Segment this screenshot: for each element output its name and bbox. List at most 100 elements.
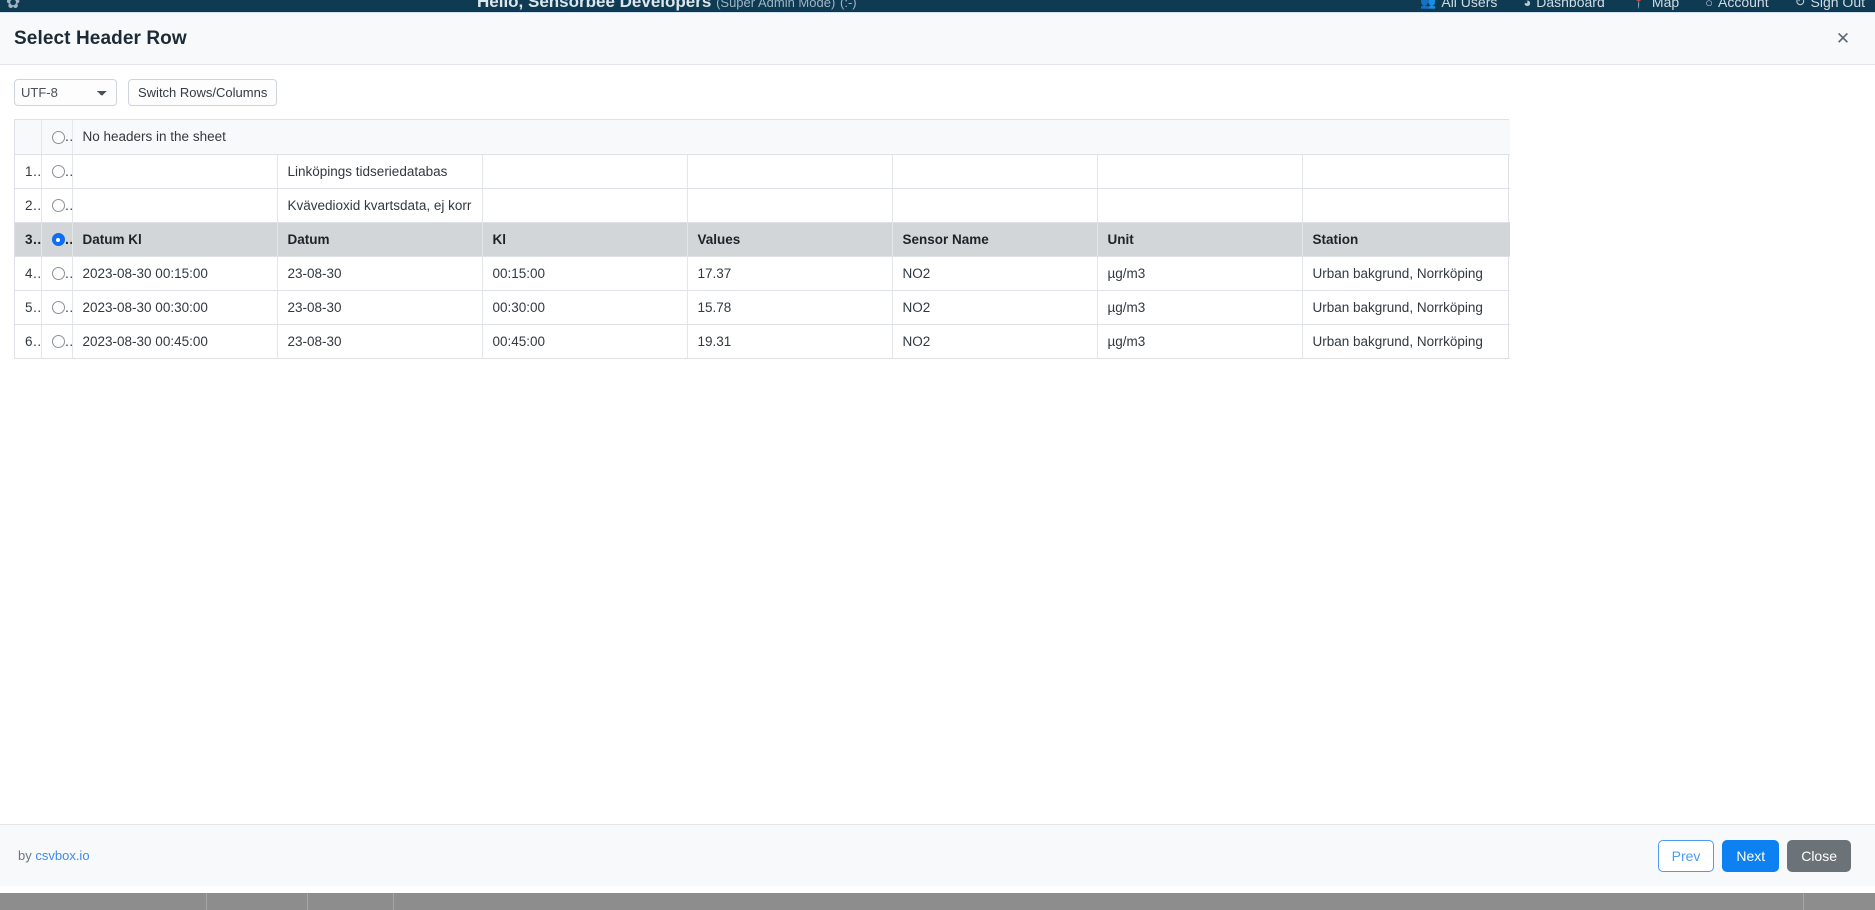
sign-out-icon: ↻ <box>1794 0 1806 9</box>
table-row[interactable]: 5 2023-08-30 00:30:00 23-08-30 00:30:00 … <box>15 290 1511 325</box>
taskbar <box>0 893 1875 910</box>
cell: Urban bakgrund, Norrköping <box>1302 290 1511 325</box>
cell: 15.78 <box>687 290 893 325</box>
cell: 17.37 <box>687 256 893 291</box>
footer-buttons: Prev Next Close <box>1657 839 1851 872</box>
nav-item-all-users[interactable]: 👥 All Users <box>1420 0 1497 10</box>
nav-item-sign-out[interactable]: ↻ Sign Out <box>1795 0 1865 10</box>
cell: 2023-08-30 00:45:00 <box>72 324 278 359</box>
cell: Urban bakgrund, Norrköping <box>1302 256 1511 291</box>
header-cell: Unit <box>1097 222 1303 257</box>
row-number <box>15 120 42 155</box>
nav-item-account[interactable]: ○ Account <box>1705 0 1768 10</box>
cell <box>72 154 278 189</box>
cell: 2023-08-30 00:15:00 <box>72 256 278 291</box>
header-cell: Sensor Name <box>892 222 1098 257</box>
table-row[interactable]: 2 Kvävedioxid kvartsdata, ej korr <box>15 188 1511 223</box>
row-radio-cell[interactable] <box>41 290 73 325</box>
row-number: 2 <box>15 188 42 223</box>
cell: NO2 <box>892 324 1098 359</box>
prev-button[interactable]: Prev <box>1657 839 1715 872</box>
cell <box>1302 154 1511 189</box>
map-pin-icon: 📍 <box>1630 0 1647 9</box>
row-number: 1 <box>15 154 42 189</box>
row-radio[interactable] <box>51 301 65 315</box>
cell: Linköpings tidseriedatabas <box>277 154 483 189</box>
no-headers-radio[interactable] <box>51 131 65 145</box>
row-radio[interactable] <box>51 199 65 213</box>
selected-header-row[interactable]: 3 Datum Kl Datum Kl Values Sensor Name U… <box>15 222 1511 257</box>
users-icon: 👥 <box>1420 0 1437 9</box>
row-number: 3 <box>15 222 42 257</box>
modal-body: UTF-8 Switch Rows/Columns No headers in … <box>0 65 1875 824</box>
taskbar-segment[interactable] <box>394 893 1804 910</box>
header-cell: Kl <box>482 222 688 257</box>
header-cell: Values <box>687 222 893 257</box>
dashboard-icon: ◕ <box>1523 0 1532 10</box>
cell: Kvävedioxid kvartsdata, ej korr <box>277 188 483 223</box>
taskbar-segment[interactable] <box>207 893 308 910</box>
no-headers-row[interactable]: No headers in the sheet <box>15 120 1511 155</box>
table-row[interactable]: 4 2023-08-30 00:15:00 23-08-30 00:15:00 … <box>15 256 1511 291</box>
cell <box>892 154 1098 189</box>
greeting-emoji: (:-) <box>840 0 857 10</box>
cell: 2023-08-30 00:30:00 <box>72 290 278 325</box>
row-radio[interactable] <box>51 267 65 281</box>
background-greeting: Hello, Sensorbee Developers (Super Admin… <box>477 0 857 12</box>
nav-label: All Users <box>1441 0 1498 10</box>
encoding-select[interactable]: UTF-8 <box>14 79 117 106</box>
modal-footer: by csvbox.io Prev Next Close <box>0 824 1875 886</box>
no-headers-radio-cell[interactable] <box>41 120 73 155</box>
cell <box>1302 188 1511 223</box>
table-row[interactable]: 6 2023-08-30 00:45:00 23-08-30 00:45:00 … <box>15 324 1511 359</box>
header-cell: Datum Kl <box>72 222 278 257</box>
cell: NO2 <box>892 256 1098 291</box>
row-radio-cell[interactable] <box>41 324 73 359</box>
nav-item-map[interactable]: 📍 Map <box>1631 0 1679 10</box>
row-radio-cell[interactable] <box>41 222 73 257</box>
credit: by csvbox.io <box>18 848 90 863</box>
cell <box>687 188 893 223</box>
taskbar-segment[interactable] <box>308 893 394 910</box>
nav-label: Account <box>1718 0 1769 10</box>
nav-label: Dashboard <box>1536 0 1605 10</box>
cell: 00:30:00 <box>482 290 688 325</box>
greeting-text: Hello, Sensorbee Developers <box>477 0 712 11</box>
credit-prefix: by <box>18 848 32 863</box>
row-radio-cell[interactable] <box>41 256 73 291</box>
background-nav-links: 👥 All Users ◕ Dashboard 📍 Map ○ Account … <box>1420 0 1865 10</box>
greeting-subtext: (Super Admin Mode) <box>716 0 836 10</box>
cell <box>1097 188 1303 223</box>
close-button[interactable]: Close <box>1787 839 1851 872</box>
no-headers-label: No headers in the sheet <box>72 120 1511 155</box>
taskbar-segment[interactable] <box>12 893 207 910</box>
row-radio-cell[interactable] <box>41 154 73 189</box>
cell <box>1097 154 1303 189</box>
header-cell: Station <box>1302 222 1511 257</box>
csvbox-link[interactable]: csvbox.io <box>35 848 89 863</box>
next-button[interactable]: Next <box>1722 839 1780 872</box>
toolbar: UTF-8 Switch Rows/Columns <box>14 79 1861 106</box>
sheet-preview-table: No headers in the sheet 1 Linköpings tid… <box>14 119 1511 359</box>
account-icon: ○ <box>1705 0 1714 10</box>
row-number: 6 <box>15 324 42 359</box>
nav-item-dashboard[interactable]: ◕ Dashboard <box>1523 0 1604 10</box>
close-icon[interactable]: ✕ <box>1831 27 1855 51</box>
select-header-row-modal: Select Header Row ✕ UTF-8 Switch Rows/Co… <box>0 12 1875 886</box>
cell: µg/m3 <box>1097 290 1303 325</box>
row-radio[interactable] <box>51 165 65 179</box>
row-radio-selected[interactable] <box>51 233 65 247</box>
modal-header: Select Header Row ✕ <box>0 13 1875 65</box>
cell <box>72 188 278 223</box>
cell <box>687 154 893 189</box>
table-row[interactable]: 1 Linköpings tidseriedatabas <box>15 154 1511 189</box>
nav-label: Map <box>1651 0 1680 10</box>
cell <box>482 188 688 223</box>
cell <box>892 188 1098 223</box>
row-radio-cell[interactable] <box>41 188 73 223</box>
switch-rows-columns-button[interactable]: Switch Rows/Columns <box>128 79 278 106</box>
row-radio[interactable] <box>51 335 65 349</box>
cell: 00:15:00 <box>482 256 688 291</box>
cell <box>482 154 688 189</box>
page-title: Select Header Row <box>14 27 187 49</box>
